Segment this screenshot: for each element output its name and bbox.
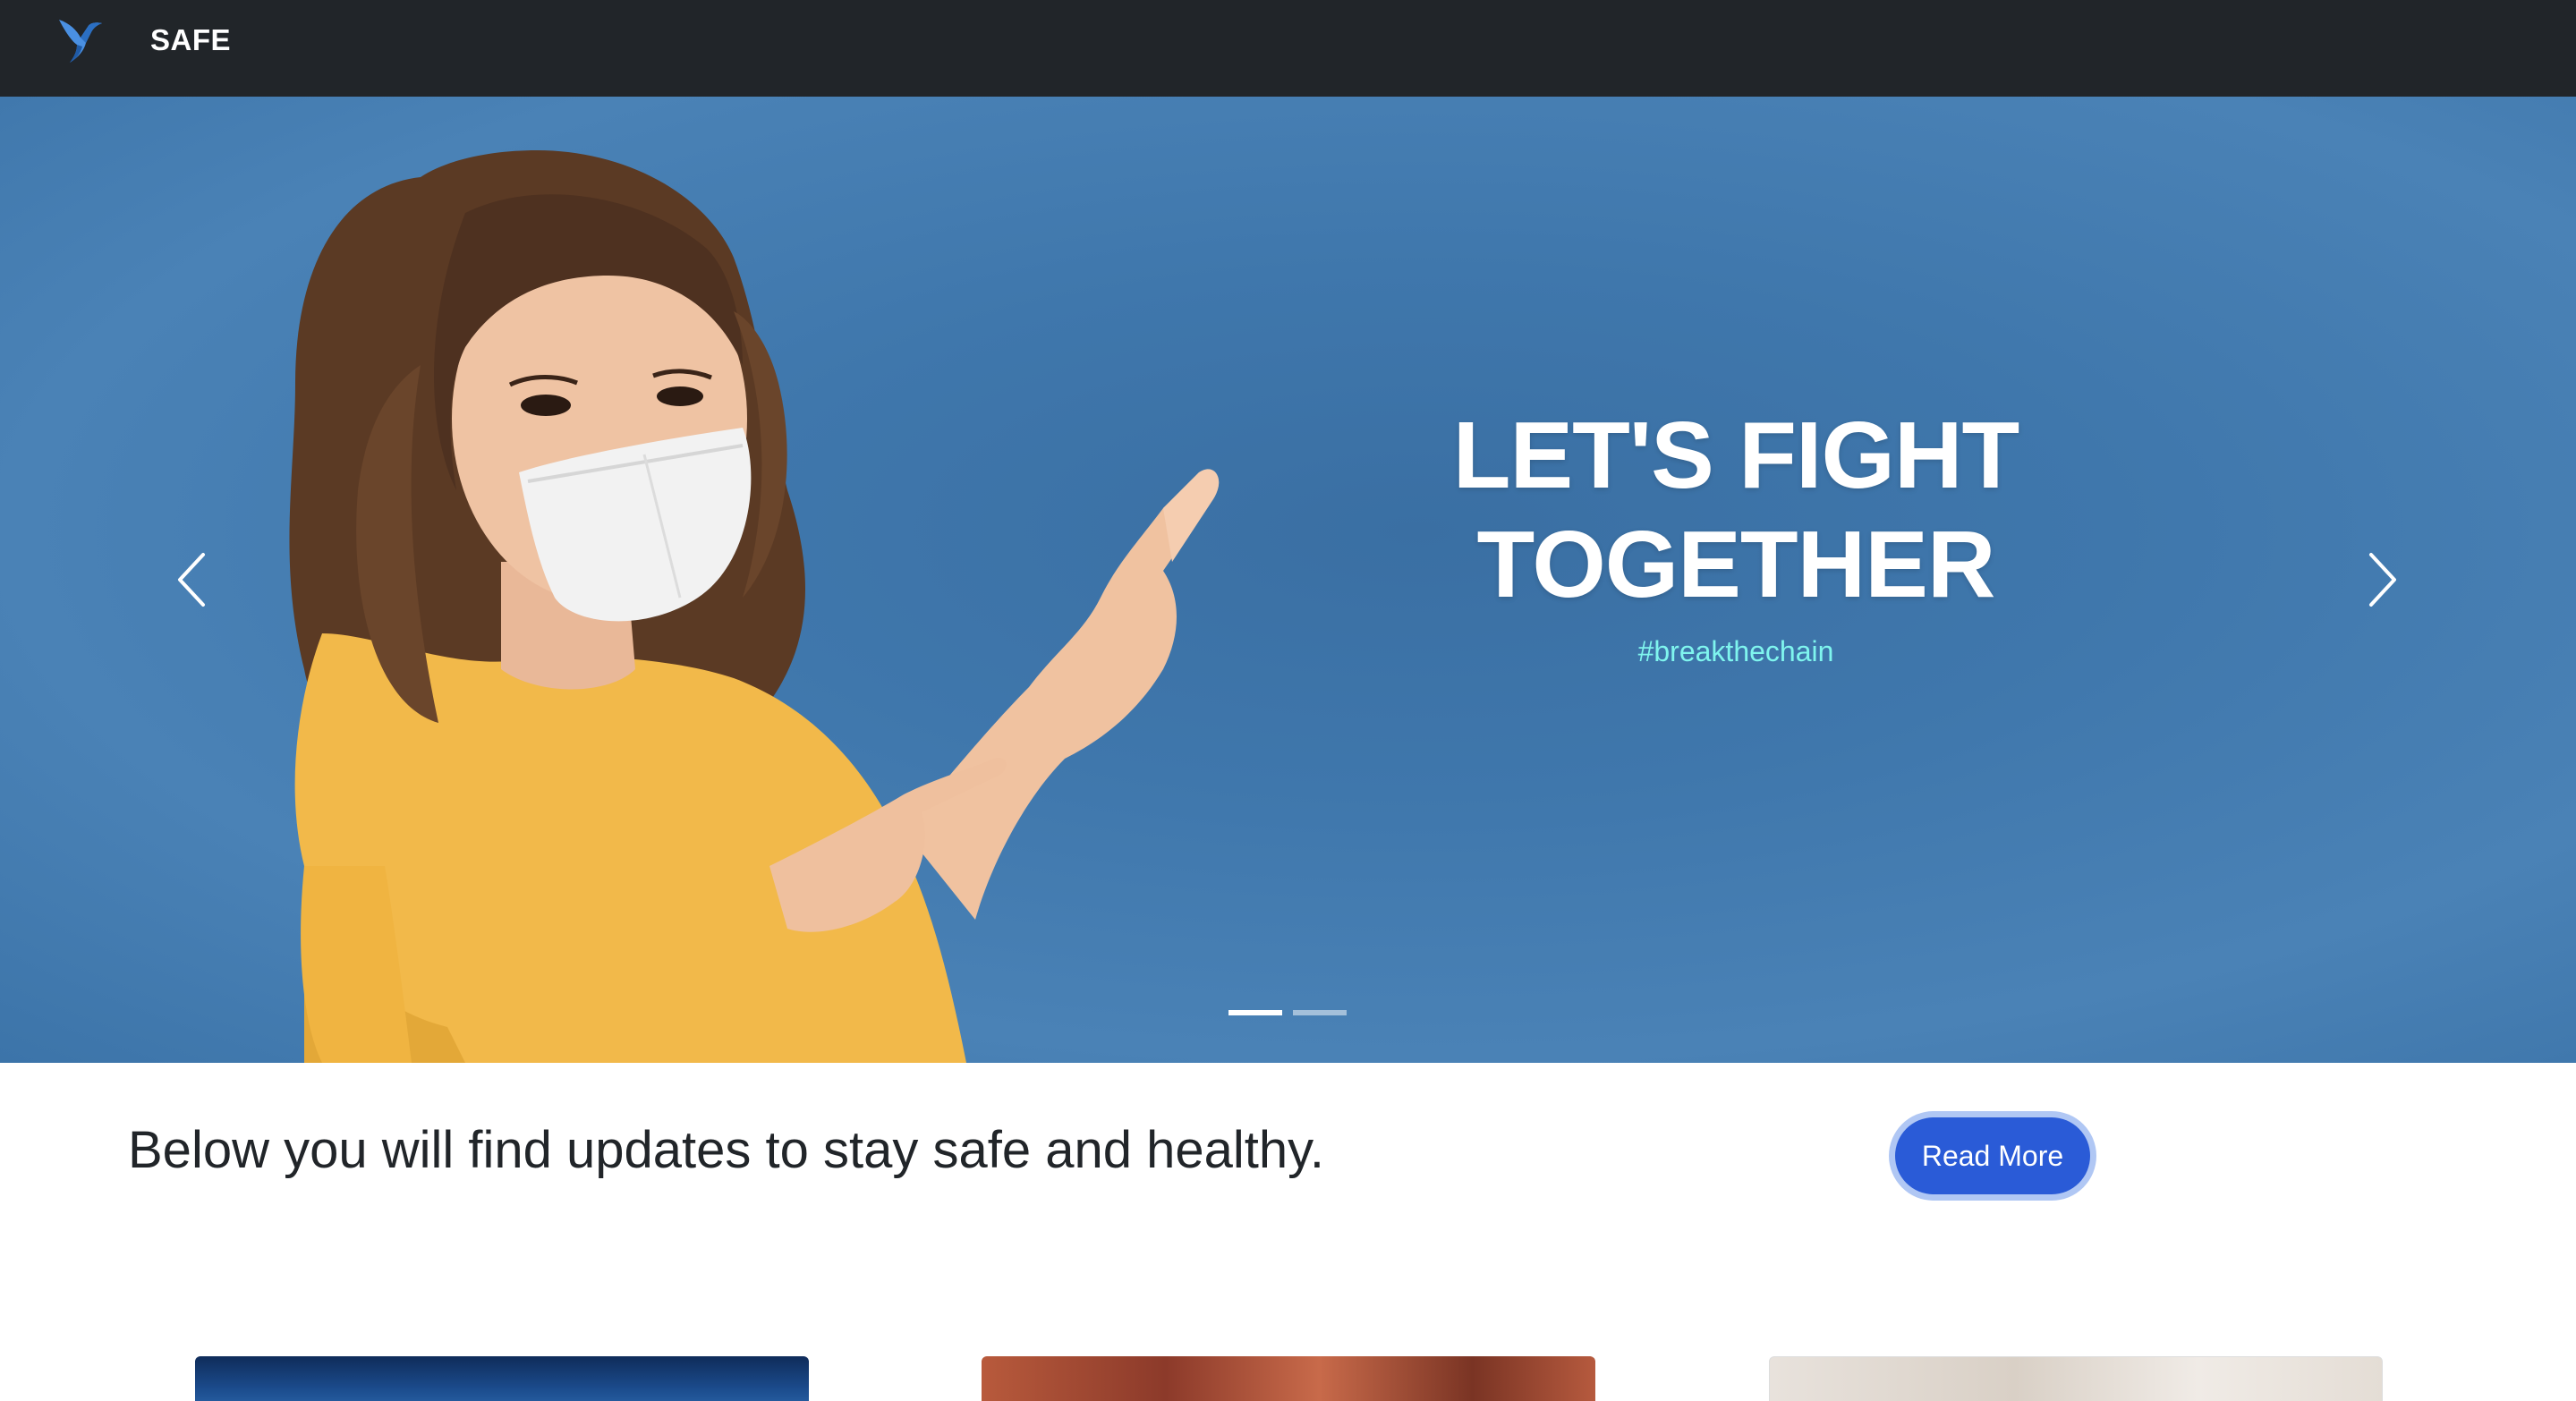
hummingbird-logo-icon[interactable] bbox=[52, 11, 111, 70]
hero-carousel: LET'S FIGHT TOGETHER #breakthechain bbox=[0, 97, 2576, 1063]
carousel-prev-button[interactable] bbox=[157, 544, 228, 616]
chevron-right-icon bbox=[2369, 553, 2396, 607]
carousel-indicators bbox=[1228, 1010, 1347, 1015]
intro-text: Below you will find updates to stay safe… bbox=[128, 1121, 1324, 1179]
carousel-indicator-2[interactable] bbox=[1293, 1010, 1347, 1015]
chevron-left-icon bbox=[178, 553, 205, 607]
read-more-button[interactable]: Read More bbox=[1895, 1117, 2090, 1194]
carousel-indicator-1[interactable] bbox=[1228, 1010, 1282, 1015]
card-light-image[interactable] bbox=[1769, 1356, 2383, 1401]
hero-caption: LET'S FIGHT TOGETHER #breakthechain bbox=[1288, 401, 2183, 668]
hero-hashtag: #breakthechain bbox=[1637, 635, 1834, 667]
navbar: SAFE bbox=[0, 0, 2576, 97]
hero-title-line-1: LET'S FIGHT bbox=[1452, 403, 2020, 508]
card-cells-image[interactable] bbox=[982, 1356, 1595, 1401]
card-virus-image[interactable] bbox=[195, 1356, 809, 1401]
hero-title-line-2: TOGETHER bbox=[1476, 512, 1996, 617]
carousel-next-button[interactable] bbox=[2346, 544, 2418, 616]
hero-title: LET'S FIGHT TOGETHER bbox=[1288, 401, 2183, 619]
brand-name[interactable]: SAFE bbox=[150, 23, 231, 57]
